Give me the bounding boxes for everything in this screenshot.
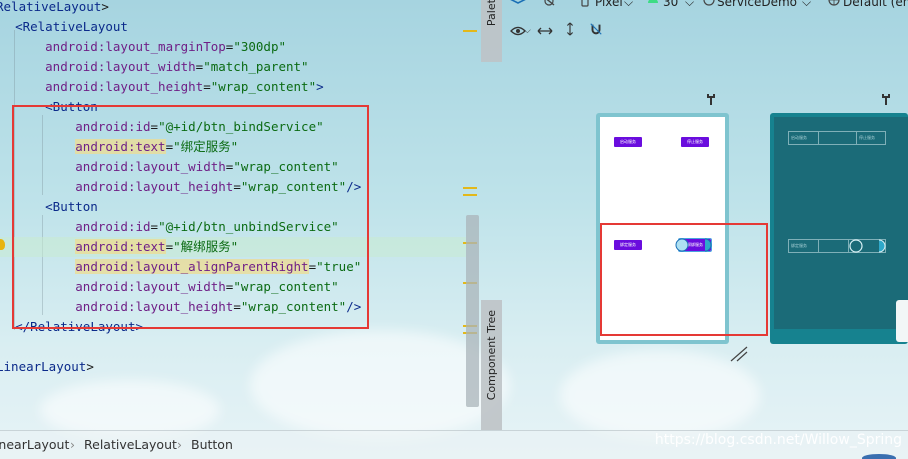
- gutter-marker[interactable]: [463, 194, 477, 196]
- blurred-avatar: [862, 454, 896, 459]
- activity-selector[interactable]: ServiceDemo: [717, 0, 797, 9]
- code-line[interactable]: android:layout_marginTop="300dp": [0, 37, 466, 57]
- blueprint-top-row: 启动服务 停止服务: [788, 131, 886, 145]
- vertical-resize-icon[interactable]: [562, 22, 578, 36]
- device-dropdown-icon[interactable]: ⌵: [624, 0, 633, 10]
- code-editor[interactable]: RelativeLayout> <RelativeLayout android:…: [0, 0, 466, 430]
- code-token: =: [203, 79, 211, 94]
- breadcrumb-item[interactable]: LinearLayout: [0, 437, 69, 452]
- editor-scrollbar[interactable]: [466, 215, 479, 407]
- preview-stop-service-button[interactable]: 停止服务: [681, 137, 709, 147]
- preview-selection-highlight: [600, 223, 768, 336]
- blueprint-start-label[interactable]: 启动服务: [789, 132, 819, 144]
- magnet-off-icon[interactable]: [541, 0, 557, 8]
- android-icon: [648, 0, 658, 3]
- gutter-marker[interactable]: [463, 30, 477, 32]
- code-line[interactable]: [0, 337, 466, 357]
- api-level-selector[interactable]: 30: [663, 0, 678, 9]
- code-line[interactable]: android:layout_height="wrap_content">: [0, 77, 466, 97]
- blueprint-bind-label[interactable]: 绑定服务: [789, 240, 819, 252]
- blueprint-stop-label[interactable]: 停止服务: [857, 132, 885, 144]
- blueprint-preview-frame[interactable]: 启动服务 停止服务 绑定服务: [770, 113, 908, 344]
- code-token: android:layout_height: [45, 79, 204, 94]
- chevron-right-icon: ›: [177, 437, 182, 452]
- code-token: >: [101, 0, 109, 14]
- code-token: "300dp": [233, 39, 286, 54]
- code-token: <RelativeLayout: [15, 19, 128, 34]
- blueprint-middle-cell: [819, 132, 857, 144]
- breadcrumb-item[interactable]: RelativeLayout: [84, 437, 177, 452]
- code-token: RelativeLayout: [0, 0, 102, 14]
- globe-icon: [828, 0, 840, 6]
- code-selection-highlight: [12, 105, 369, 329]
- resize-handle-icon[interactable]: [727, 343, 749, 363]
- blueprint-middle-cell: [819, 240, 849, 252]
- code-token: android:layout_marginTop: [45, 39, 226, 54]
- activity-icon: [703, 0, 715, 6]
- code-token: "wrap_content": [210, 79, 317, 94]
- activity-dropdown-icon[interactable]: ⌵: [802, 0, 811, 10]
- code-token: "match_parent": [203, 59, 309, 74]
- wrench-icon[interactable]: [706, 93, 716, 105]
- code-token: android:layout_width: [45, 59, 196, 74]
- palette-tab[interactable]: Palette: [481, 0, 502, 62]
- code-line[interactable]: <RelativeLayout: [0, 17, 466, 37]
- palette-label: Palette: [485, 0, 498, 27]
- code-line[interactable]: RelativeLayout>: [0, 0, 462, 17]
- eye-dropdown-icon[interactable]: ⌵: [524, 26, 531, 36]
- layers-icon[interactable]: [510, 0, 526, 8]
- chevron-right-icon: ›: [70, 437, 75, 452]
- design-toolbar-top: Pixel ⌵ 30 ⌵ ServiceDemo ⌵ Default (en: [503, 0, 908, 12]
- horizontal-resize-icon[interactable]: [537, 24, 553, 38]
- wrench-icon[interactable]: [881, 93, 891, 105]
- phone-icon[interactable]: [577, 0, 593, 8]
- code-line[interactable]: android:layout_width="match_parent": [0, 57, 466, 77]
- component-tree-tab[interactable]: Component Tree: [481, 300, 502, 430]
- locale-selector[interactable]: Default (en: [843, 0, 908, 9]
- breadcrumb-item[interactable]: Button: [191, 437, 233, 452]
- api-dropdown-icon[interactable]: ⌵: [685, 0, 694, 10]
- code-token: >: [86, 359, 94, 374]
- watermark: https://blog.csdn.net/Willow_Spring: [654, 432, 902, 448]
- background-cloud: [560, 350, 760, 440]
- code-token: LinearLayout: [0, 359, 87, 374]
- preview-scroll-handle[interactable]: [896, 300, 908, 342]
- code-token: >: [316, 79, 324, 94]
- component-tree-label: Component Tree: [485, 310, 498, 401]
- device-selector[interactable]: Pixel: [595, 0, 623, 9]
- gutter-marker[interactable]: [463, 187, 477, 189]
- blueprint-selection-handles-icon[interactable]: [848, 238, 888, 254]
- blueprint-preview-screen[interactable]: 启动服务 停止服务 绑定服务: [774, 117, 908, 329]
- magnet-icon[interactable]: [588, 22, 604, 36]
- preview-start-service-button[interactable]: 启动服务: [614, 137, 642, 147]
- code-line[interactable]: LinearLayout>: [0, 357, 462, 377]
